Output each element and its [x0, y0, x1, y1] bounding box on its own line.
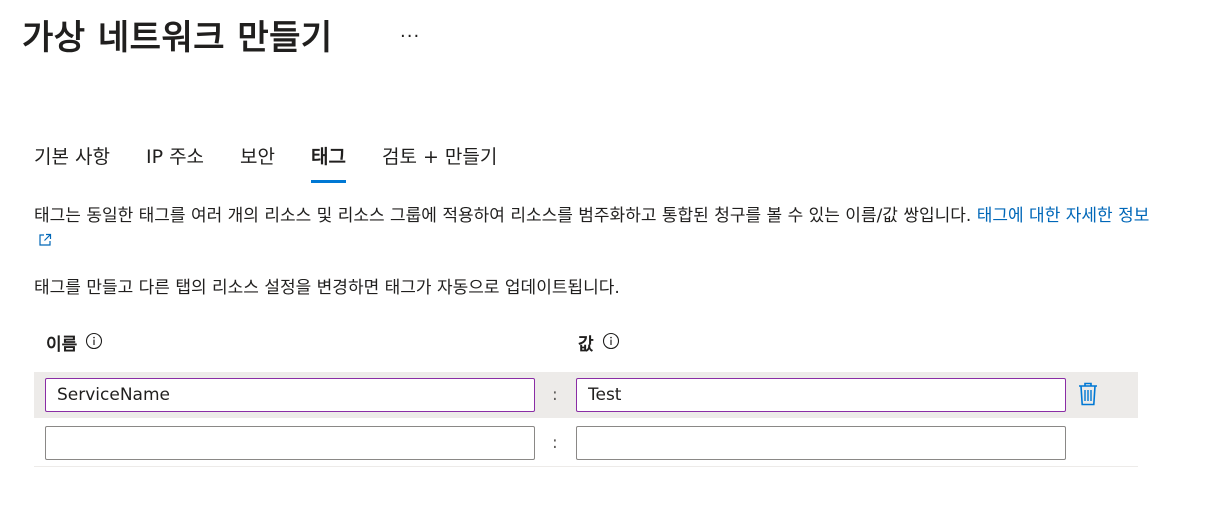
tab-security[interactable]: 보안: [240, 140, 275, 186]
tab-tags[interactable]: 태그: [311, 140, 346, 186]
name-header-label: 이름: [46, 334, 78, 355]
create-vnet-page: 가상 네트워크 만들기 ··· 기본 사항 IP 주소 보안 태그 검토 + 만…: [0, 0, 1216, 532]
trash-icon[interactable]: [1077, 381, 1099, 411]
tags-description: 태그는 동일한 태그를 여러 개의 리소스 및 리소스 그룹에 적용하여 리소스…: [34, 203, 1154, 255]
tag-value-input[interactable]: [576, 378, 1066, 412]
name-column-header: 이름: [46, 332, 103, 357]
key-value-separator: :: [552, 385, 558, 405]
page-title: 가상 네트워크 만들기: [22, 18, 333, 58]
more-options-button[interactable]: ···: [400, 22, 420, 52]
tag-row: :: [34, 420, 1138, 467]
info-icon[interactable]: [85, 332, 103, 357]
info-icon[interactable]: [602, 332, 620, 357]
tab-review-create[interactable]: 검토 + 만들기: [382, 140, 497, 186]
tag-name-input[interactable]: [45, 378, 535, 412]
tab-bar: 기본 사항 IP 주소 보안 태그 검토 + 만들기: [34, 140, 533, 186]
tag-value-input[interactable]: [576, 426, 1066, 460]
tag-row: :: [34, 372, 1138, 418]
external-link-icon: [38, 229, 52, 255]
tag-name-input[interactable]: [45, 426, 535, 460]
value-column-header: 값: [578, 332, 620, 357]
auto-update-note: 태그를 만들고 다른 탭의 리소스 설정을 변경하면 태그가 자동으로 업데이트…: [34, 278, 620, 298]
tab-ip-addresses[interactable]: IP 주소: [146, 140, 204, 186]
tab-basics[interactable]: 기본 사항: [34, 140, 110, 186]
learn-more-link-label[interactable]: 태그에 대한 자세한 정보: [977, 206, 1150, 226]
tags-description-text: 태그는 동일한 태그를 여러 개의 리소스 및 리소스 그룹에 적용하여 리소스…: [34, 206, 977, 226]
key-value-separator: :: [552, 433, 558, 453]
value-header-label: 값: [578, 334, 594, 355]
